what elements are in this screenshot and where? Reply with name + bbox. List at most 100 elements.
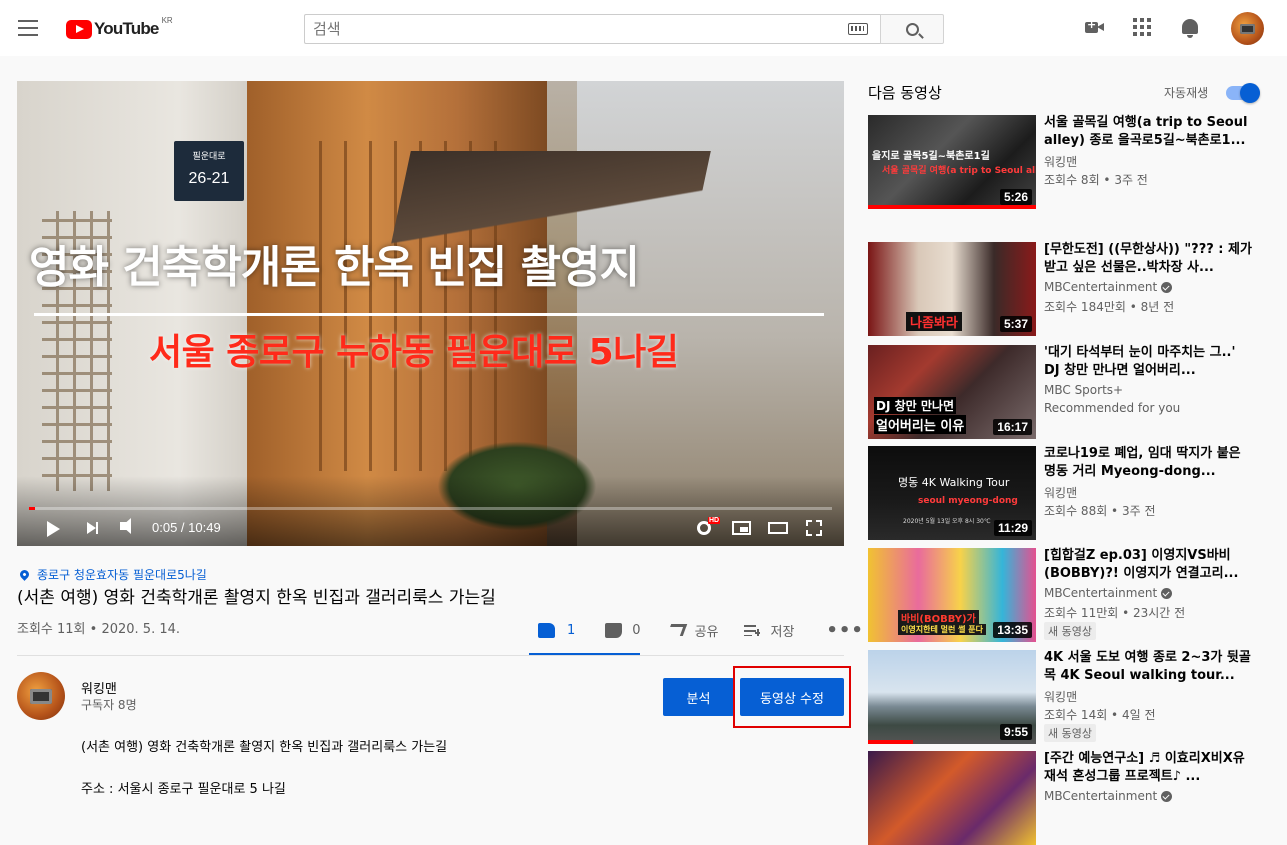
new-video-badge: 새 동영상 bbox=[1044, 724, 1096, 742]
recommended-video[interactable]: [주간 예능연구소] ♬ 이효리X비X유재석 혼성그룹 프로젝트♪ ... MB… bbox=[868, 751, 1287, 845]
analytics-button[interactable]: 분석 bbox=[663, 678, 734, 716]
video-duration: 5:37 bbox=[999, 316, 1032, 332]
recommended-channel: MBCentertainment bbox=[1044, 586, 1173, 600]
watched-progress bbox=[868, 205, 1036, 209]
recommended-video[interactable]: 을지로 골목5길~북촌로1길 서울 골목길 여행(a trip to Seoul… bbox=[868, 115, 1287, 209]
search-input[interactable] bbox=[313, 20, 848, 38]
recommended-title[interactable]: [힙합걸Z ep.03] 이영지VS바비(BOBBY)?! 이영지가 연결고리.… bbox=[1044, 547, 1254, 583]
channel-label: MBCentertainment bbox=[1044, 280, 1158, 294]
more-actions-icon[interactable]: ••• bbox=[826, 620, 864, 641]
recommended-channel: 워킹맨 bbox=[1044, 153, 1077, 170]
menu-icon[interactable] bbox=[18, 20, 38, 36]
fullscreen-icon[interactable] bbox=[806, 520, 822, 536]
thumbs-up-icon bbox=[538, 622, 555, 638]
volume-icon[interactable] bbox=[120, 518, 131, 534]
video-thumbnail[interactable]: DJ 창만 만나면 얼어버리는 이유 16:17 bbox=[868, 345, 1036, 439]
play-icon[interactable] bbox=[47, 521, 60, 537]
dislike-button[interactable]: 0 bbox=[575, 622, 641, 638]
settings-gear-icon[interactable]: HD bbox=[697, 517, 721, 535]
save-button[interactable]: 저장 bbox=[718, 621, 794, 640]
autoplay-toggle[interactable] bbox=[1226, 83, 1260, 103]
share-label: 공유 bbox=[694, 624, 719, 640]
recommended-title[interactable]: 4K 서울 도보 여행 종로 2~3가 뒷골목 4K Seoul walking… bbox=[1044, 649, 1254, 685]
apps-icon[interactable] bbox=[1133, 18, 1151, 36]
dislike-count: 0 bbox=[632, 622, 641, 638]
video-player[interactable]: 필운대로 26-21 영화 건축학개론 한옥 빈집 촬영지 서울 종로구 누하동… bbox=[17, 81, 844, 546]
video-thumbnail[interactable]: 명동 4K Walking Tour seoul myeong-dong 202… bbox=[868, 446, 1036, 540]
verified-icon bbox=[1161, 790, 1173, 802]
video-thumbnail[interactable] bbox=[868, 751, 1036, 845]
hd-badge: HD bbox=[708, 517, 721, 524]
recommended-video[interactable]: DJ 창만 만나면 얼어버리는 이유 16:17 '대기 타석부터 눈이 마주치… bbox=[868, 345, 1287, 439]
description-line: 주소 : 서울시 종로구 필운대로 5 나길 bbox=[81, 782, 286, 797]
search-button[interactable] bbox=[880, 14, 944, 44]
subscriber-count: 구독자 8명 bbox=[81, 698, 137, 712]
thumb-caption: seoul myeong-dong bbox=[918, 496, 1018, 506]
channel-avatar[interactable] bbox=[17, 672, 65, 720]
video-duration: 16:17 bbox=[993, 419, 1032, 435]
video-duration: 5:26 bbox=[999, 189, 1032, 205]
location-link[interactable]: 종로구 청운효자동 필운대로5나길 bbox=[18, 566, 207, 583]
channel-name[interactable]: 워킹맨 bbox=[81, 678, 117, 697]
create-video-icon[interactable] bbox=[1085, 18, 1104, 33]
logo-text: YouTube bbox=[94, 19, 159, 38]
progress-bar[interactable] bbox=[29, 507, 832, 510]
channel-label: MBCentertainment bbox=[1044, 586, 1158, 600]
like-button[interactable]: 1 bbox=[530, 622, 576, 638]
thumb-caption: 이영지한테 멀런 썰 푼다 bbox=[898, 624, 986, 635]
recommended-meta: 조회수 184만회 • 8년 전 bbox=[1044, 300, 1175, 314]
recommended-meta: 조회수 8회 • 3주 전 bbox=[1044, 173, 1148, 187]
thumb-caption: 서울 골목길 여행(a trip to Seoul alley) bbox=[882, 166, 1036, 176]
recommended-channel: 워킹맨 bbox=[1044, 484, 1077, 501]
recommended-title[interactable]: '대기 타석부터 눈이 마주치는 그..' DJ 창만 만나면 얼어버리... bbox=[1044, 344, 1254, 380]
video-thumbnail[interactable]: 나좀봐라 5:37 bbox=[868, 242, 1036, 336]
autoplay-toggle-knob bbox=[1240, 83, 1260, 103]
miniplayer-icon[interactable] bbox=[732, 521, 751, 535]
recommended-title[interactable]: [주간 예능연구소] ♬ 이효리X비X유재석 혼성그룹 프로젝트♪ ... bbox=[1044, 750, 1254, 786]
youtube-logo[interactable]: YouTube KR bbox=[66, 16, 173, 40]
theater-mode-icon[interactable] bbox=[768, 522, 788, 534]
new-video-badge: 새 동영상 bbox=[1044, 622, 1096, 640]
thumb-caption: DJ 창만 만나면 bbox=[874, 397, 956, 414]
keyboard-icon[interactable] bbox=[848, 23, 868, 35]
notifications-bell-icon[interactable] bbox=[1182, 19, 1198, 38]
video-thumbnail[interactable]: 9:55 bbox=[868, 650, 1036, 744]
location-pin-icon bbox=[18, 568, 31, 581]
recommended-title[interactable]: [무한도전] ((무한상사)) "??? : 제가 받고 싶은 선물은..박차장… bbox=[1044, 241, 1254, 277]
recommended-video[interactable]: 명동 4K Walking Tour seoul myeong-dong 202… bbox=[868, 446, 1287, 540]
plaque-number: 26-21 bbox=[188, 170, 230, 187]
like-count: 1 bbox=[567, 622, 576, 638]
autoplay-label: 자동재생 bbox=[1164, 86, 1209, 100]
up-next-heading: 다음 동영상 bbox=[868, 84, 942, 102]
recommended-video[interactable]: 나좀봐라 5:37 [무한도전] ((무한상사)) "??? : 제가 받고 싶… bbox=[868, 242, 1287, 336]
overlay-divider bbox=[34, 313, 824, 316]
channel-label: 워킹맨 bbox=[1044, 486, 1078, 500]
verified-icon bbox=[1161, 281, 1173, 293]
recommended-video[interactable]: 9:55 4K 서울 도보 여행 종로 2~3가 뒷골목 4K Seoul wa… bbox=[868, 650, 1287, 744]
time-display: 0:05 / 10:49 bbox=[152, 520, 221, 535]
progress-fill bbox=[29, 507, 36, 510]
plaque-street: 필운대로 bbox=[192, 152, 226, 162]
recommended-title[interactable]: 서울 골목길 여행(a trip to Seoul alley) 종로 을곡로5… bbox=[1044, 114, 1254, 150]
recommended-channel: MBCentertainment bbox=[1044, 280, 1173, 294]
recommended-channel: MBC Sports+ bbox=[1044, 383, 1123, 397]
recommended-video[interactable]: 바비(BOBBY)가 이영지한테 멀런 썰 푼다 13:35 [힙합걸Z ep.… bbox=[868, 548, 1287, 642]
account-avatar[interactable] bbox=[1231, 12, 1264, 45]
thumb-caption: 을지로 골목5길~북촌로1길 bbox=[872, 151, 990, 162]
thumb-caption: 2020년 5월 13일 오후 8시 30℃ bbox=[903, 518, 991, 525]
video-thumbnail[interactable]: 바비(BOBBY)가 이영지한테 멀런 썰 푼다 13:35 bbox=[868, 548, 1036, 642]
channel-label: MBC Sports+ bbox=[1044, 383, 1124, 397]
top-bar: YouTube KR bbox=[0, 0, 1287, 56]
recommended-title[interactable]: 코로나19로 폐업, 임대 딱지가 붙은 명동 거리 Myeong-dong..… bbox=[1044, 445, 1254, 481]
address-plaque: 필운대로 26-21 bbox=[174, 141, 244, 201]
next-icon[interactable] bbox=[87, 522, 98, 534]
search-icon bbox=[905, 22, 919, 36]
video-thumbnail[interactable]: 을지로 골목5길~북촌로1길 서울 골목길 여행(a trip to Seoul… bbox=[868, 115, 1036, 209]
share-button[interactable]: 공유 bbox=[641, 621, 719, 640]
playlist-add-icon bbox=[744, 624, 761, 636]
thumbs-down-icon bbox=[605, 622, 623, 638]
channel-label: 워킹맨 bbox=[1044, 155, 1078, 169]
description-line: (서촌 여행) 영화 건축학개론 촬영지 한옥 빈집과 갤러리룩스 가는길 bbox=[81, 740, 448, 755]
thumb-caption: 바비(BOBBY)가 bbox=[898, 610, 979, 625]
channel-label: 워킹맨 bbox=[1044, 690, 1078, 704]
